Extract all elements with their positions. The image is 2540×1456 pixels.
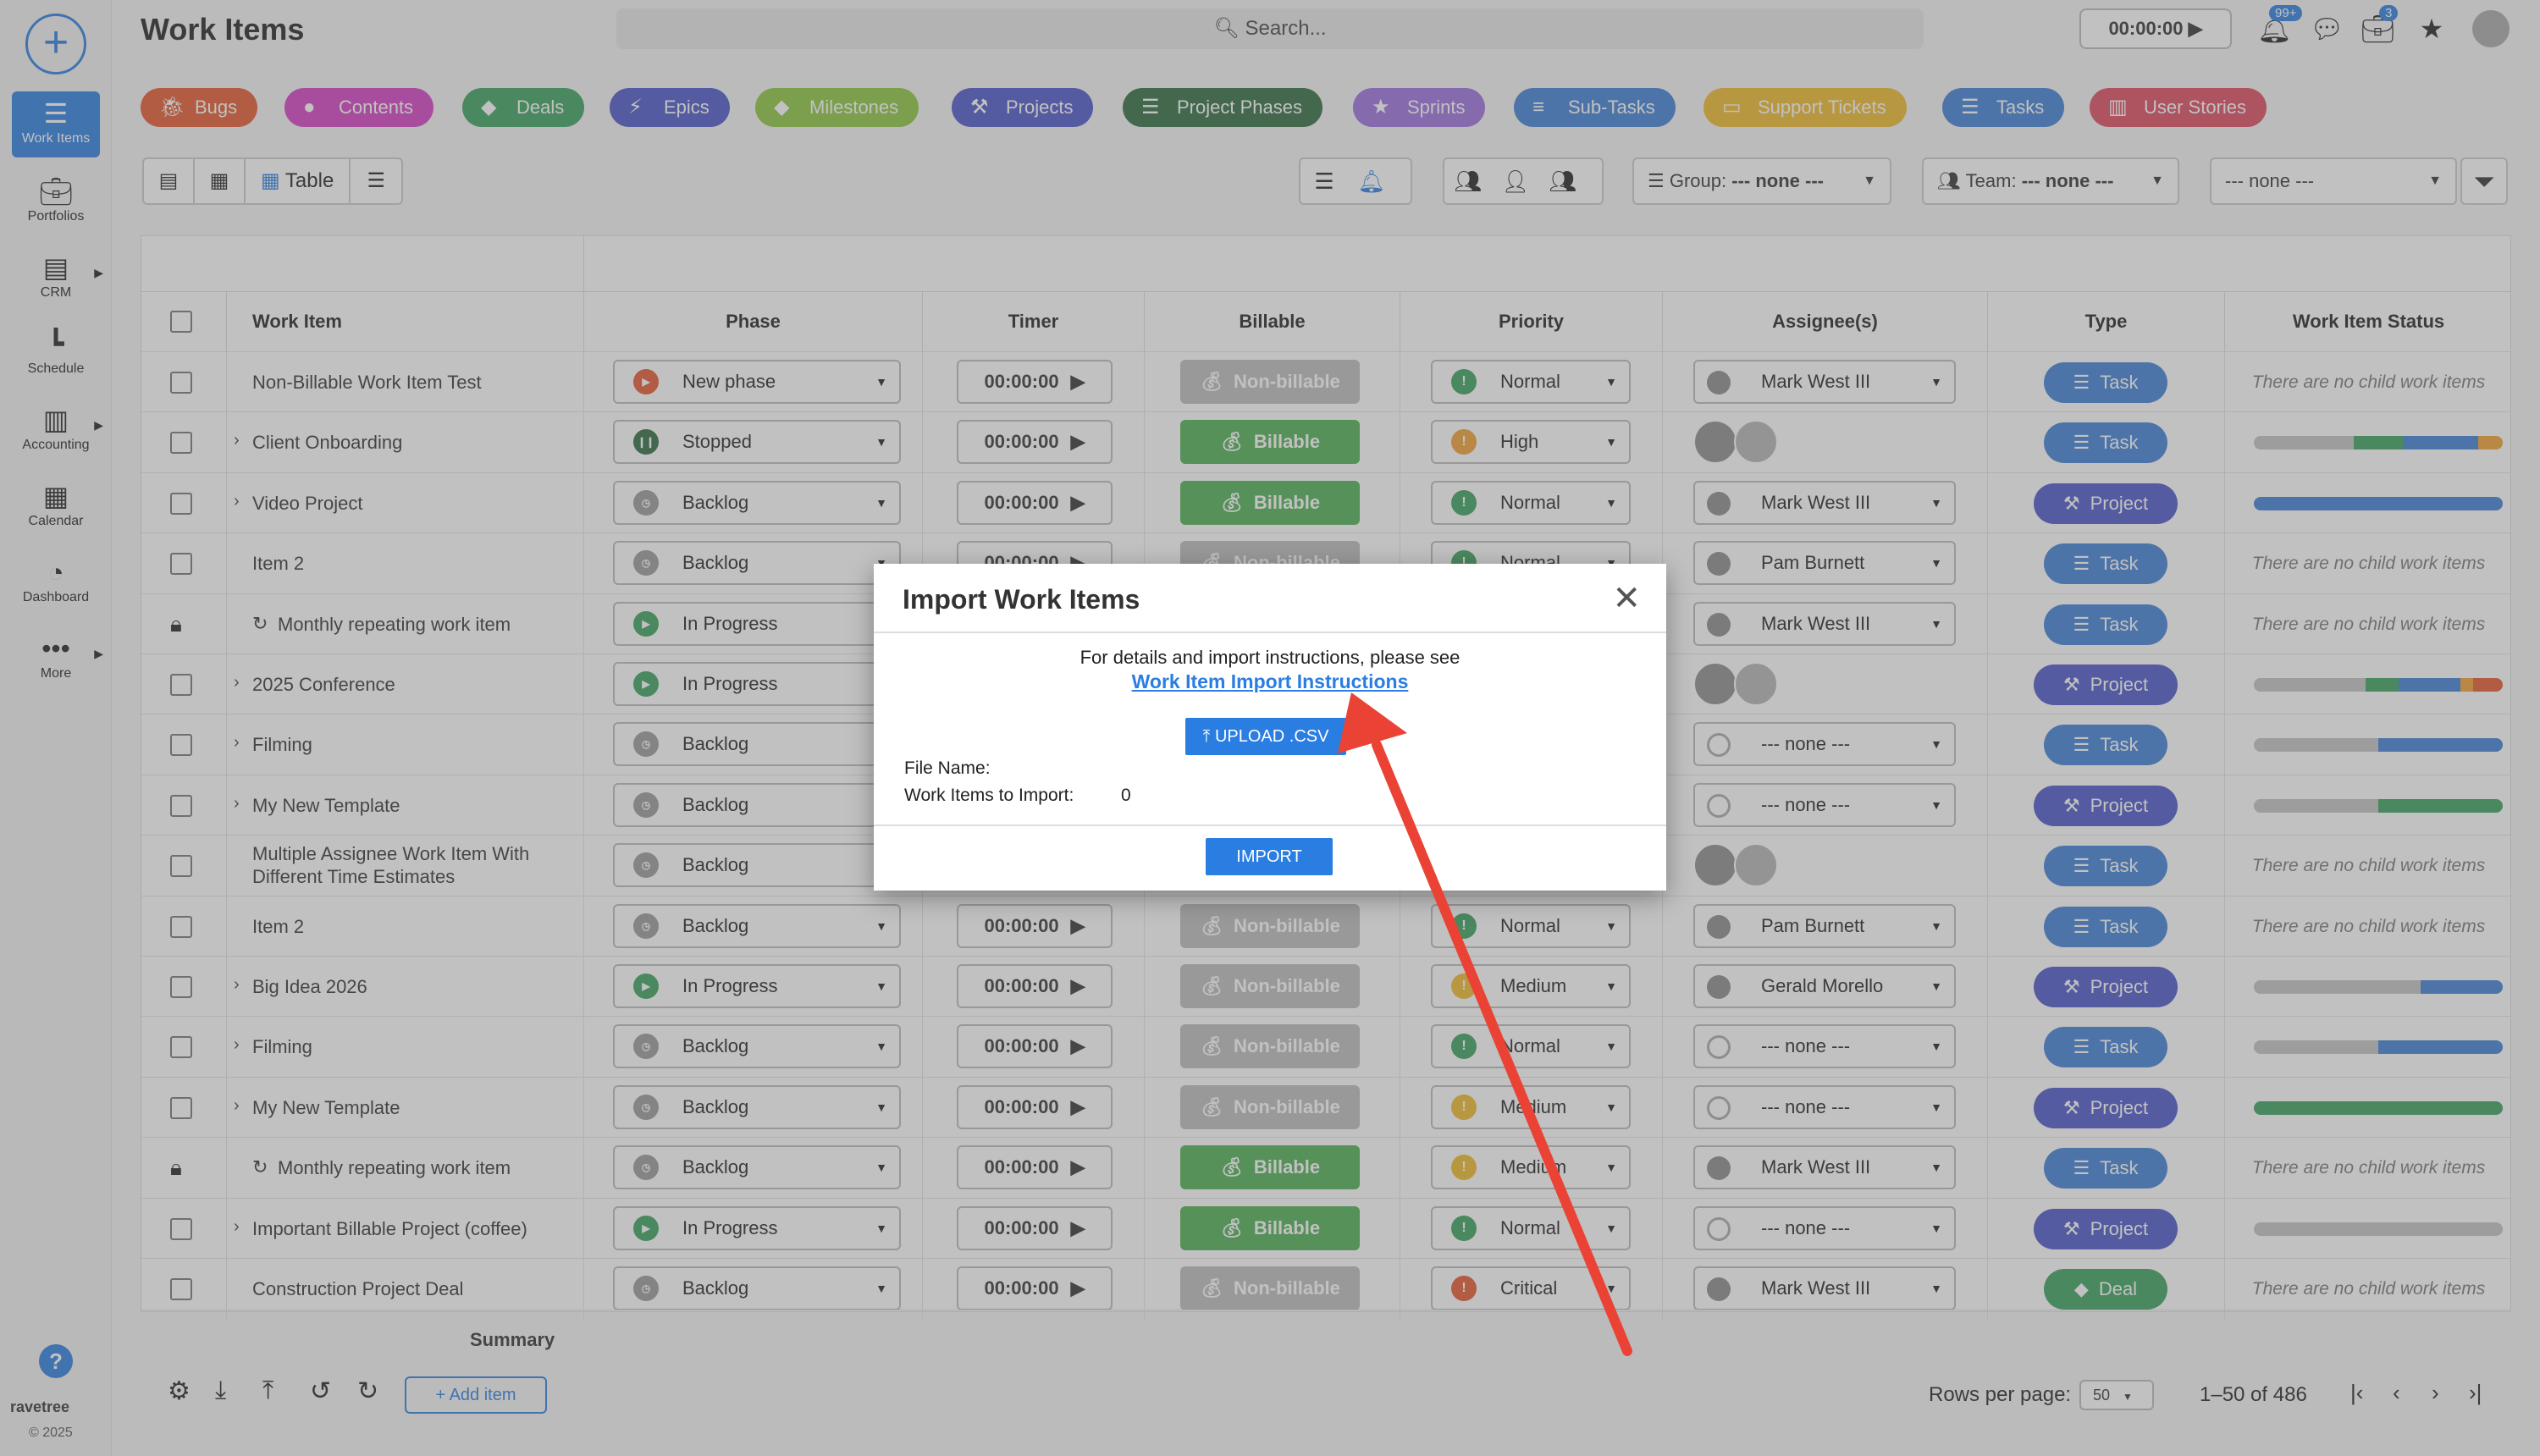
- annotation-arrow: [1338, 692, 1632, 1356]
- annotation-arrow-shaft: [1372, 740, 1632, 1356]
